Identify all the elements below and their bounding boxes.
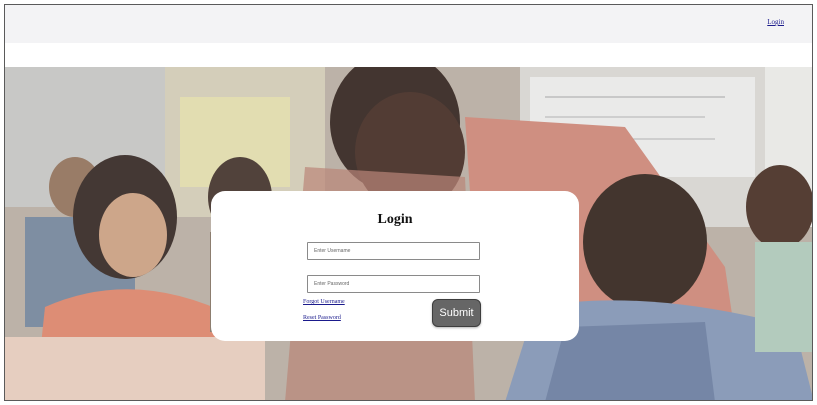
top-navbar: Login: [5, 5, 812, 43]
nav-login-link[interactable]: Login: [767, 18, 784, 26]
forgot-username-link[interactable]: Forgot Username: [303, 299, 345, 305]
login-card: Login Forgot Username Reset Password Sub…: [211, 191, 579, 341]
reset-password-link[interactable]: Reset Password: [303, 315, 341, 321]
submit-button[interactable]: Submit: [432, 299, 481, 327]
password-input[interactable]: [307, 275, 480, 293]
page-frame: Login Login Enter Username Forgot Userna…: [4, 4, 813, 401]
username-input[interactable]: [307, 242, 480, 260]
login-title: Login: [377, 212, 413, 227]
